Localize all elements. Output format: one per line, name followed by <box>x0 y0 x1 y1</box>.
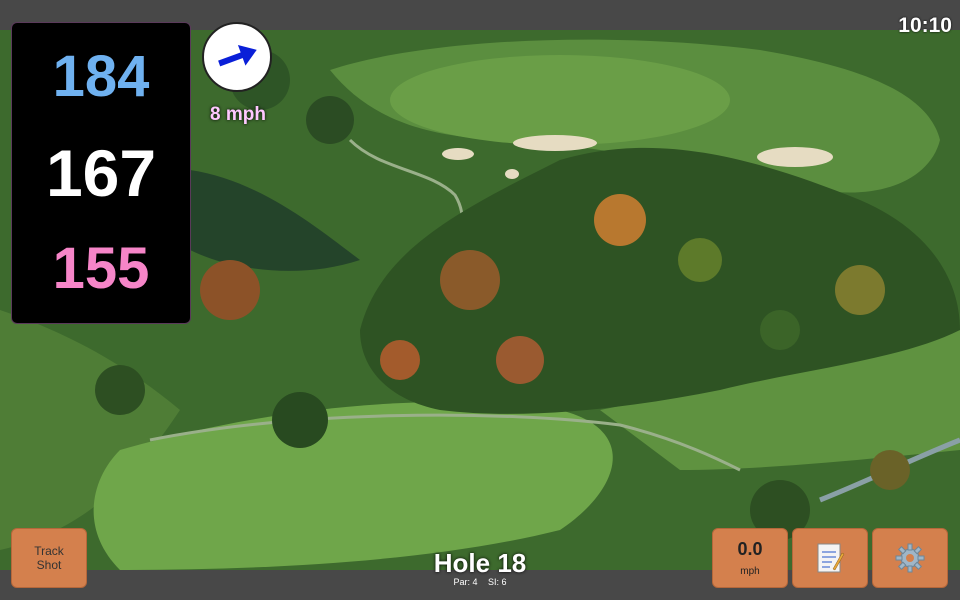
gear-icon <box>895 543 925 573</box>
notepad-icon <box>817 543 845 573</box>
track-shot-label-line2: Shot <box>36 558 62 572</box>
speed-unit: mph <box>740 566 760 577</box>
back-yardage: 184 <box>52 44 150 109</box>
si-label: SI: 6 <box>488 577 507 587</box>
wind-indicator <box>202 22 272 92</box>
par-label: Par: 4 <box>453 577 478 587</box>
speed-value: 0.0 <box>737 539 763 559</box>
track-shot-label-line1: Track <box>34 544 64 558</box>
wind-speed: 8 mph <box>210 104 266 125</box>
hole-info: Par: 4 SI: 6 <box>380 577 580 587</box>
speed-button[interactable]: 0.0 mph <box>712 528 788 588</box>
notes-button[interactable] <box>792 528 868 588</box>
settings-button[interactable] <box>872 528 948 588</box>
hole-title: Hole 18 <box>433 548 527 578</box>
yardage-panel: 184 167 155 <box>11 22 191 324</box>
track-shot-button[interactable]: Track Shot <box>11 528 87 588</box>
front-yardage: 155 <box>52 236 150 301</box>
middle-yardage: 167 <box>45 136 157 210</box>
clock-time: 10:10 <box>898 14 952 37</box>
wind-direction-arrow-icon <box>218 44 257 67</box>
